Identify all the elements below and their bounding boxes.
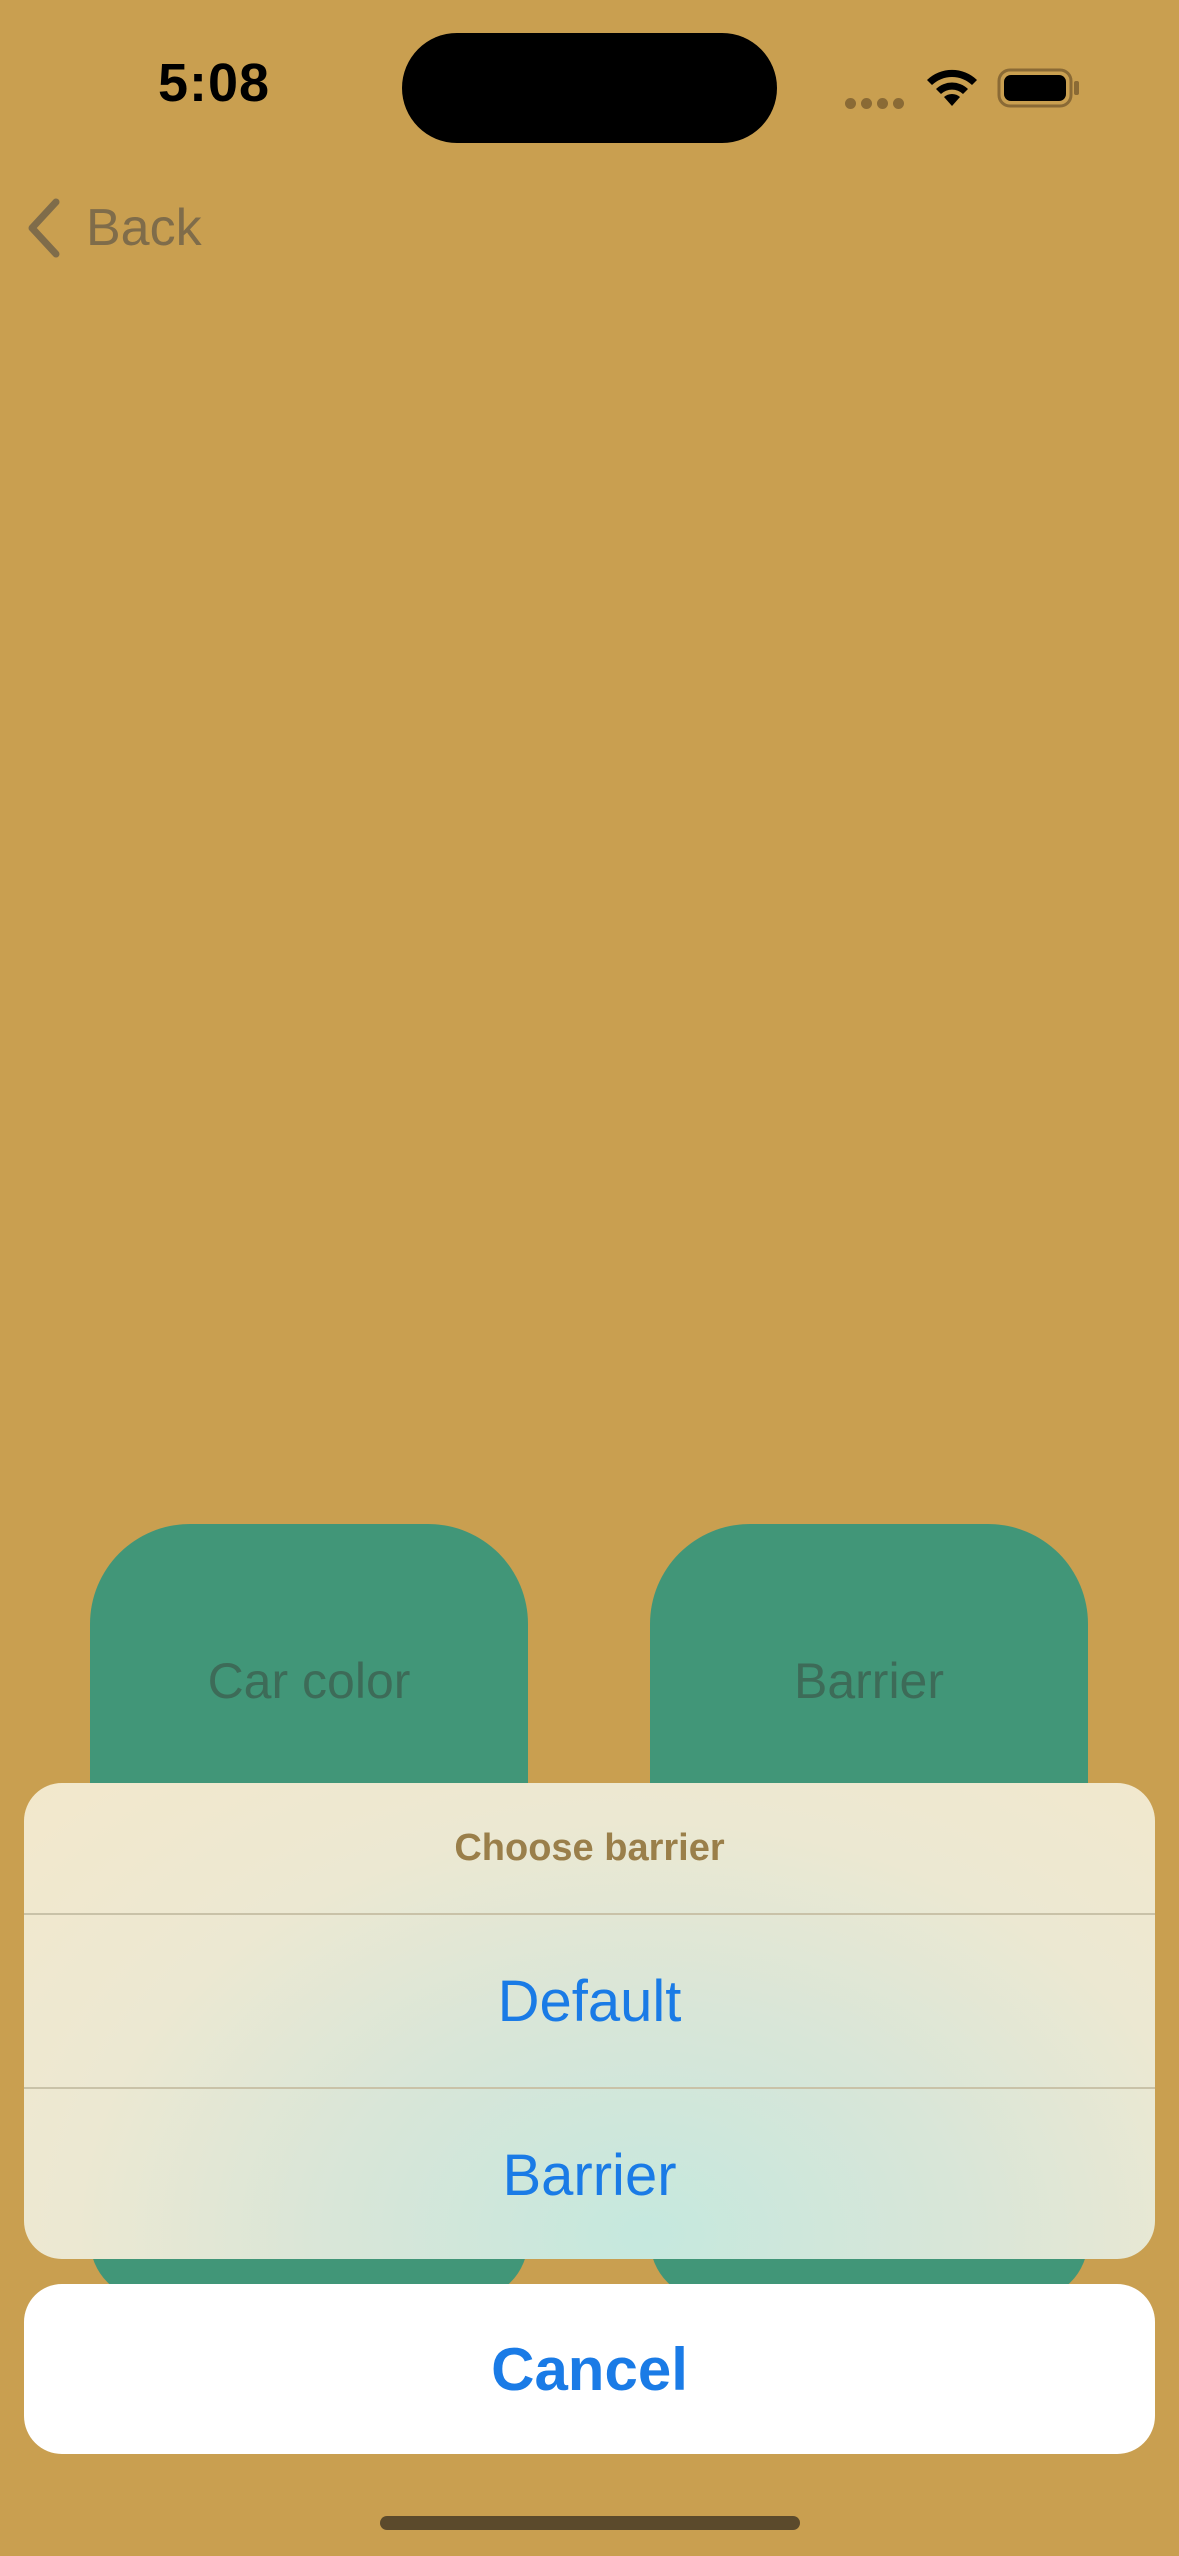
option-barrier[interactable]: Barrier bbox=[24, 2087, 1155, 2259]
status-bar: 5:08 bbox=[0, 0, 1179, 170]
home-indicator[interactable] bbox=[380, 2516, 800, 2530]
car-color-label: Car color bbox=[207, 1653, 411, 1709]
back-button[interactable]: Back bbox=[24, 192, 202, 264]
chevron-left-icon bbox=[28, 198, 60, 258]
action-sheet: Choose barrier Default Barrier bbox=[24, 1783, 1155, 2259]
back-label: Back bbox=[86, 199, 202, 257]
battery-icon bbox=[997, 68, 1079, 108]
status-time: 5:08 bbox=[158, 53, 271, 113]
action-sheet-title: Choose barrier bbox=[454, 1826, 725, 1869]
cancel-button[interactable]: Cancel bbox=[24, 2284, 1155, 2454]
wifi-icon bbox=[927, 69, 977, 106]
dynamic-island bbox=[402, 33, 777, 143]
option-default[interactable]: Default bbox=[24, 1913, 1155, 2087]
barrier-label: Barrier bbox=[793, 1653, 945, 1709]
signal-dots-icon bbox=[845, 96, 909, 114]
